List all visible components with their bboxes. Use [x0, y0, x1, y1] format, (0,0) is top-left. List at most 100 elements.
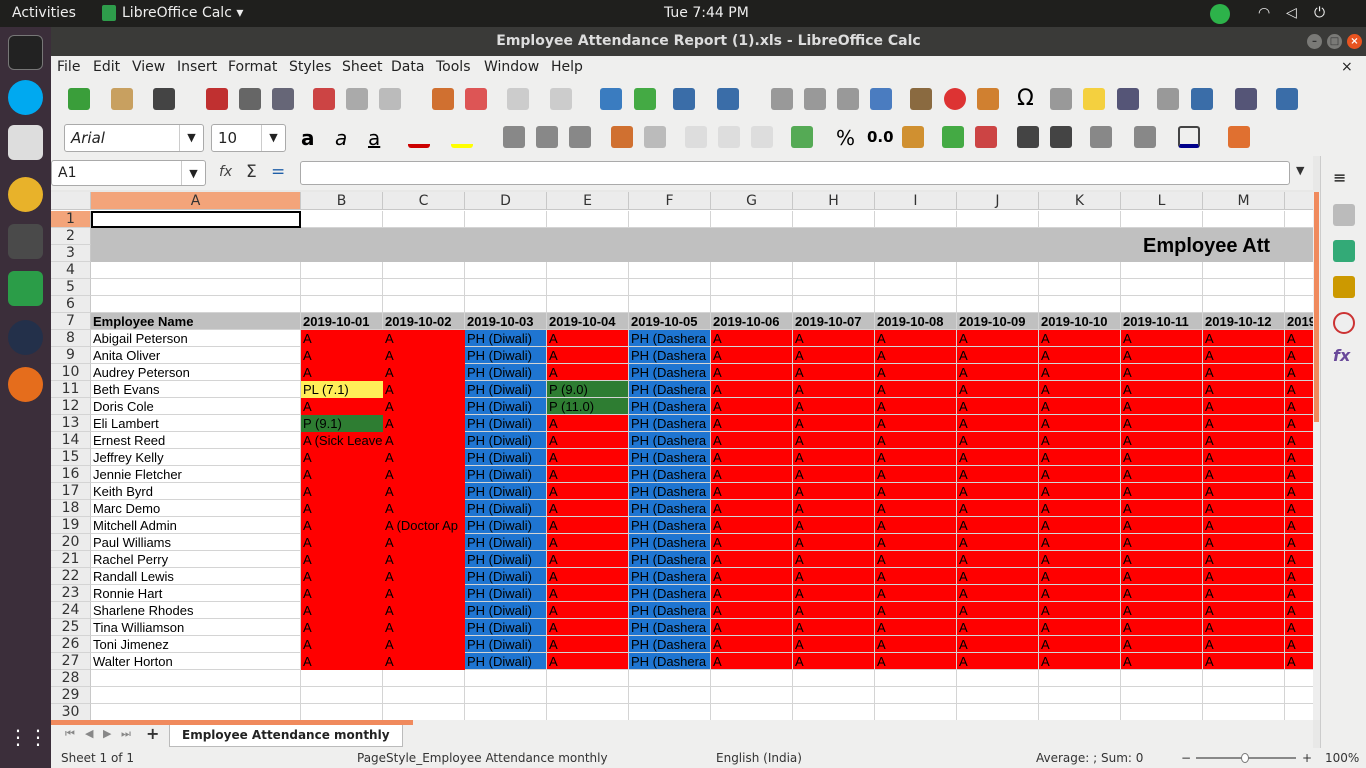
cell[interactable]: A	[1285, 415, 1313, 432]
bold-icon[interactable]: a	[301, 126, 323, 150]
cell[interactable]: PH (Dashera	[629, 602, 711, 619]
cell[interactable]	[629, 687, 711, 704]
zoom-slider[interactable]	[1196, 753, 1296, 763]
cell[interactable]	[1121, 279, 1203, 296]
row-header[interactable]: 22	[51, 568, 91, 585]
functions-icon[interactable]: fx	[1333, 346, 1355, 368]
cell[interactable]: PH (Dashera	[629, 568, 711, 585]
cell[interactable]: A	[1039, 500, 1121, 517]
cell[interactable]: PH (Diwali)	[465, 585, 547, 602]
cell[interactable]: A	[301, 636, 383, 653]
cell[interactable]: A	[711, 449, 793, 466]
power-icon[interactable]: ⏻	[1314, 5, 1325, 21]
cell[interactable]: A	[1039, 432, 1121, 449]
menu-sheet[interactable]: Sheet	[342, 59, 382, 75]
cell[interactable]: A	[1039, 364, 1121, 381]
cell[interactable]	[711, 687, 793, 704]
cell[interactable]: A	[711, 619, 793, 636]
cell[interactable]	[301, 704, 383, 720]
cell[interactable]: A	[1121, 636, 1203, 653]
cell[interactable]: A	[1203, 347, 1285, 364]
font-name-box[interactable]: Arial ▼	[64, 124, 204, 152]
cell[interactable]	[301, 670, 383, 687]
cell[interactable]: A	[383, 381, 465, 398]
header-cell[interactable]: 2019-10-12	[1203, 313, 1285, 330]
cell[interactable]: A	[711, 330, 793, 347]
font-color-icon[interactable]	[408, 126, 430, 148]
cell[interactable]: Sharlene Rhodes	[91, 602, 301, 619]
cell[interactable]: A	[1203, 449, 1285, 466]
sort-descending-icon[interactable]	[837, 88, 859, 110]
row-header[interactable]: 2	[51, 228, 91, 245]
cell[interactable]: A	[1039, 449, 1121, 466]
cell[interactable]: A	[1203, 653, 1285, 670]
cell[interactable]: Anita Oliver	[91, 347, 301, 364]
cell[interactable]	[1203, 296, 1285, 313]
cell[interactable]: A	[301, 449, 383, 466]
cell[interactable]	[547, 262, 629, 279]
cell[interactable]	[1285, 687, 1313, 704]
row-header[interactable]: 17	[51, 483, 91, 500]
cell[interactable]: A	[957, 636, 1039, 653]
cell[interactable]: A	[711, 364, 793, 381]
cell[interactable]: A	[875, 449, 957, 466]
cell[interactable]	[875, 687, 957, 704]
cell[interactable]: A	[793, 534, 875, 551]
cell[interactable]	[383, 211, 465, 228]
header-cell[interactable]: 2019-10-07	[793, 313, 875, 330]
cell[interactable]: A	[957, 466, 1039, 483]
cell[interactable]: A	[793, 449, 875, 466]
insert-chart-icon[interactable]	[944, 88, 966, 110]
center-vertically-icon[interactable]	[718, 126, 740, 148]
cell[interactable]: A	[1039, 483, 1121, 500]
cell[interactable]: A	[1285, 347, 1313, 364]
cell[interactable]: PH (Diwali)	[465, 415, 547, 432]
cell[interactable]	[629, 704, 711, 720]
cell[interactable]: A	[547, 432, 629, 449]
row-header[interactable]: 23	[51, 585, 91, 602]
cell[interactable]	[793, 670, 875, 687]
cell[interactable]	[1285, 296, 1313, 313]
cell[interactable]	[1121, 687, 1203, 704]
cell[interactable]: A	[793, 347, 875, 364]
cell[interactable]: A	[301, 534, 383, 551]
row-header[interactable]: 4	[51, 262, 91, 279]
cell[interactable]	[465, 687, 547, 704]
cell[interactable]: A	[547, 653, 629, 670]
cell[interactable]	[383, 296, 465, 313]
cell[interactable]	[1039, 687, 1121, 704]
cell[interactable]	[91, 279, 301, 296]
cell[interactable]	[1285, 211, 1313, 228]
cell[interactable]	[301, 296, 383, 313]
border-color-icon[interactable]	[1178, 126, 1200, 148]
cell[interactable]: A	[957, 449, 1039, 466]
language[interactable]: English (India)	[716, 751, 802, 765]
app-menu[interactable]: LibreOffice Calc ▾	[122, 5, 243, 21]
cut-icon[interactable]	[313, 88, 335, 110]
cell[interactable]	[547, 279, 629, 296]
cell[interactable]: A	[1203, 330, 1285, 347]
cell[interactable]: PH (Diwali)	[465, 636, 547, 653]
date-format-icon[interactable]	[902, 126, 924, 148]
row-header[interactable]: 20	[51, 534, 91, 551]
cell[interactable]	[547, 296, 629, 313]
cell[interactable]: A	[1121, 500, 1203, 517]
column-header[interactable]: D	[465, 192, 547, 210]
underline-icon[interactable]: a	[368, 126, 390, 150]
cell[interactable]: A	[1121, 551, 1203, 568]
cell[interactable]: A	[383, 619, 465, 636]
cell[interactable]	[793, 704, 875, 720]
cell[interactable]: A	[547, 568, 629, 585]
menu-format[interactable]: Format	[228, 59, 277, 75]
cell[interactable]: PL (7.1)	[301, 381, 383, 398]
activities-button[interactable]: Activities	[12, 5, 76, 21]
row-header[interactable]: 10	[51, 364, 91, 381]
increase-indent-icon[interactable]	[1017, 126, 1039, 148]
cell[interactable]: A	[1285, 364, 1313, 381]
cell[interactable]: A	[1121, 330, 1203, 347]
cell[interactable]: A	[1121, 466, 1203, 483]
vertical-scrollbar[interactable]	[1313, 192, 1320, 720]
cell[interactable]: A	[711, 466, 793, 483]
cell[interactable]: A	[957, 483, 1039, 500]
sort-ascending-icon[interactable]	[804, 88, 826, 110]
